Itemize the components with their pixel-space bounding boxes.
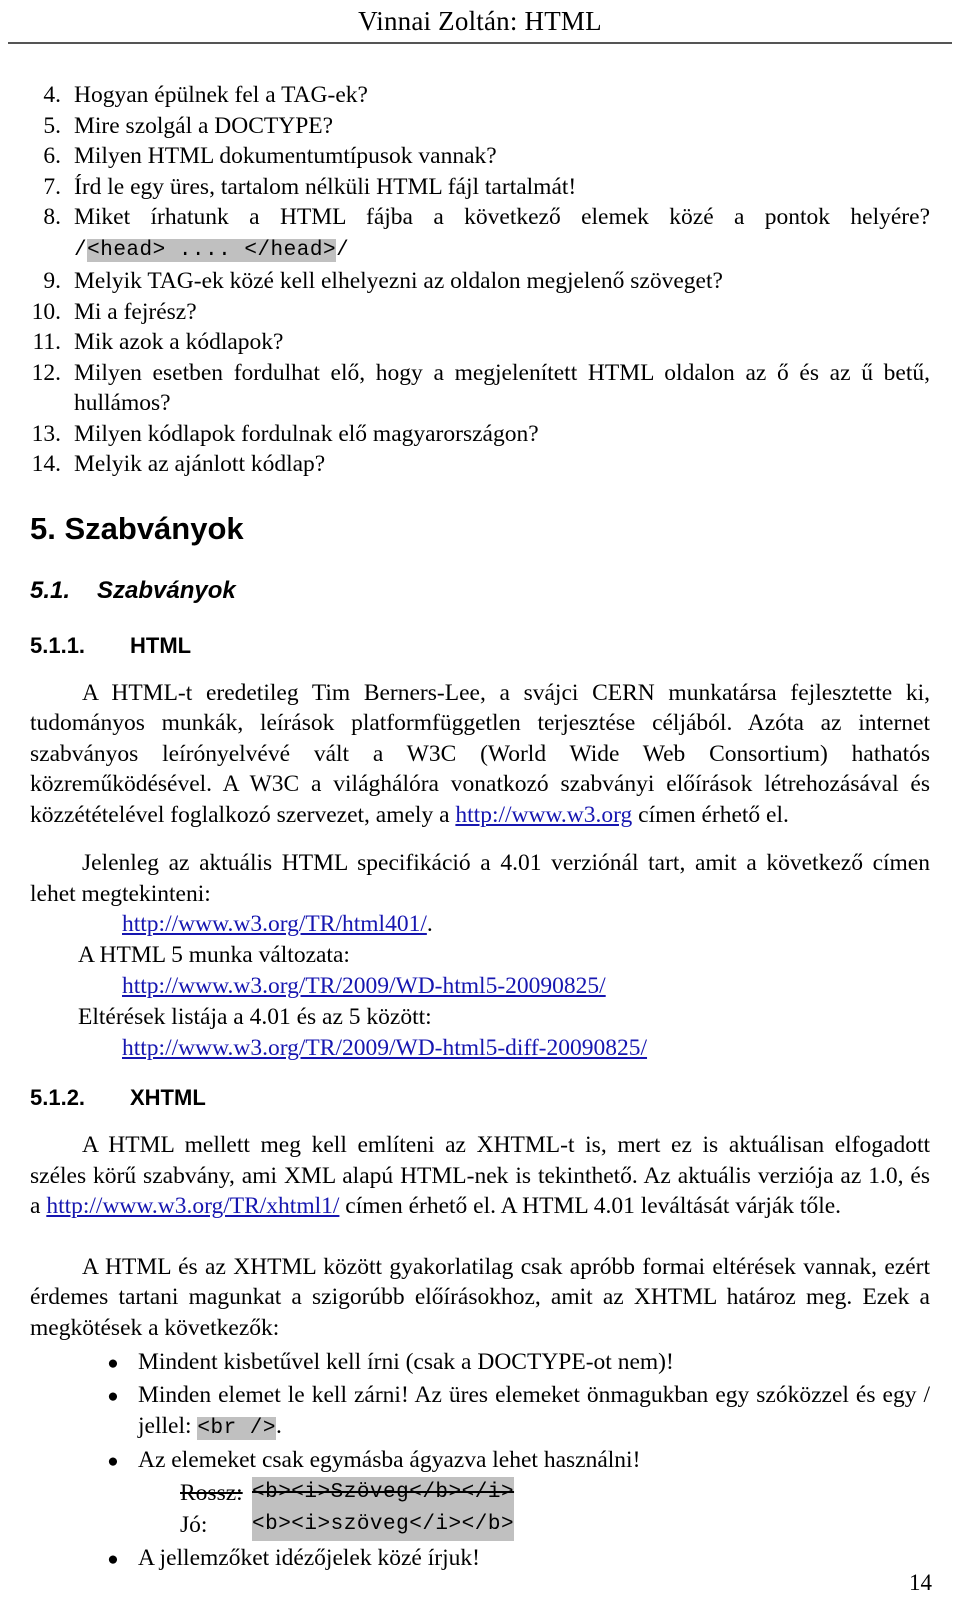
list-item-text: Hogyan épülnek fel a TAG-ek? bbox=[74, 82, 368, 108]
code-example-good-snippet: <b><i>szöveg</i></b> bbox=[252, 1509, 515, 1541]
inline-code-br: <br /> bbox=[197, 1417, 277, 1440]
rules-bullet-list: ● Mindent kisbetűvel kell írni (csak a D… bbox=[30, 1347, 930, 1477]
heading-chapter: 5. Szabványok bbox=[30, 510, 244, 546]
list-item: 4. Hogyan épülnek fel a TAG-ek? bbox=[30, 80, 930, 111]
list-item-number: 4. bbox=[43, 82, 61, 108]
rules-bullet-list-cont: ● A jellemzőket idézőjelek közé írjuk! bbox=[30, 1543, 930, 1576]
list-item-text: Mi a fejrész? bbox=[74, 298, 197, 325]
label-html5-diff: Eltérések listája a 4.01 és az 5 között: bbox=[78, 1004, 432, 1030]
list-item-text: A jellemzőket idézőjelek közé írjuk! bbox=[138, 1545, 480, 1571]
bullet-icon: ● bbox=[107, 1385, 119, 1407]
list-item-label: Miket írhatunk a HTML fájba a következő … bbox=[74, 204, 930, 230]
list-item-number: 10. bbox=[31, 298, 61, 325]
list-item-text: Mindent kisbetűvel kell írni (csak a DOC… bbox=[138, 1349, 674, 1375]
heading-subsection-title: XHTML bbox=[130, 1085, 206, 1110]
code-example-bad-label: Rossz: bbox=[180, 1480, 243, 1506]
list-item: ● Minden elemet le kell zárni! Az üres e… bbox=[30, 1380, 930, 1445]
list-item: ● A jellemzőket idézőjelek közé írjuk! bbox=[30, 1543, 930, 1576]
label-html5-draft: A HTML 5 munka változata: bbox=[78, 942, 350, 968]
list-item: 8. Miket írhatunk a HTML fájba a követke… bbox=[30, 202, 930, 266]
link-html401[interactable]: http://www.w3.org/TR/html401/ bbox=[122, 911, 427, 937]
list-item-text: Az elemeket csak egymásba ágyazva lehet … bbox=[138, 1446, 641, 1473]
slash-close: / bbox=[336, 238, 350, 262]
link-html5-diff[interactable]: http://www.w3.org/TR/2009/WD-html5-diff-… bbox=[122, 1035, 647, 1061]
list-item-number: 5. bbox=[43, 112, 61, 139]
bullet-icon: ● bbox=[107, 1353, 119, 1374]
list-item: 9. Melyik TAG-ek közé kell elhelyezni az… bbox=[30, 266, 930, 297]
list-item-number: 9. bbox=[43, 268, 61, 294]
heading-subsection-xhtml: 5.1.2. XHTML bbox=[30, 1084, 930, 1112]
list-item: 7. Írd le egy üres, tartalom nélküli HTM… bbox=[30, 172, 930, 203]
code-example-bad: Rossz: <b><i>Szöveg</b></i> bbox=[30, 1477, 930, 1509]
list-item: 5. Mire szolgál a DOCTYPE? bbox=[30, 111, 930, 142]
list-item: 11. Mik azok a kódlapok? bbox=[30, 327, 930, 358]
list-item: 14. Melyik az ajánlott kódlap? bbox=[30, 449, 930, 480]
rule-text-after-code: . bbox=[276, 1413, 282, 1439]
bullet-icon: ● bbox=[107, 1549, 119, 1570]
code-snippet-head: /<head> .... </head>/ bbox=[74, 233, 930, 267]
url-line-html5-diff: http://www.w3.org/TR/2009/WD-html5-diff-… bbox=[30, 1033, 930, 1064]
heading-subsection-html: 5.1.1. HTML bbox=[30, 632, 930, 660]
heading-subsection-number: 5.1.1. bbox=[30, 632, 86, 658]
slash-open: / bbox=[74, 238, 88, 262]
list-item-text: Melyik TAG-ek közé kell elhelyezni az ol… bbox=[74, 268, 723, 294]
bullet-icon: ● bbox=[107, 1450, 119, 1472]
page-content: 4. Hogyan épülnek fel a TAG-ek? 5. Mire … bbox=[0, 80, 960, 1576]
list-item: 10. Mi a fejrész? bbox=[30, 297, 930, 328]
heading-section-title: Szabványok bbox=[97, 576, 236, 604]
paragraph-xhtml-rules-intro: A HTML és az XHTML között gyakorlatilag … bbox=[30, 1253, 930, 1341]
list-item-text: Mik azok a kódlapok? bbox=[74, 329, 284, 355]
document-page: Vinnai Zoltán: HTML 4. Hogyan épülnek fe… bbox=[0, 0, 960, 1613]
url-suffix-period: . bbox=[426, 911, 433, 937]
url-line-html5-draft: http://www.w3.org/TR/2009/WD-html5-20090… bbox=[30, 971, 930, 1002]
list-item-text: Milyen HTML dokumentumtípusok vannak? bbox=[74, 143, 497, 169]
heading-section: 5.1. Szabványok bbox=[30, 576, 930, 606]
list-item-number: 8. bbox=[43, 204, 61, 230]
paragraph-text-after-link: címen érhető el. A HTML 4.01 leváltását … bbox=[339, 1193, 842, 1219]
link-xhtml1[interactable]: http://www.w3.org/TR/xhtml1/ bbox=[46, 1193, 339, 1219]
list-item-number: 12. bbox=[31, 359, 61, 386]
list-item: ● Az elemeket csak egymásba ágyazva lehe… bbox=[30, 1445, 930, 1478]
paragraph-text-after-link: címen érhető el. bbox=[632, 801, 789, 828]
paragraph-html-history: A HTML-t eredetileg Tim Berners-Lee, a s… bbox=[30, 678, 930, 831]
list-item: ● Mindent kisbetűvel kell írni (csak a D… bbox=[30, 1347, 930, 1380]
list-item-number: 7. bbox=[43, 173, 61, 200]
link-w3c-home[interactable]: http://www.w3.org bbox=[455, 802, 632, 828]
paragraph-html-spec: Jelenleg az aktuális HTML specifikáció a… bbox=[30, 850, 930, 907]
code-example-bad-snippet: <b><i>Szöveg</b></i> bbox=[252, 1477, 515, 1509]
heading-section-number: 5.1. bbox=[30, 576, 71, 604]
heading-subsection-title: HTML bbox=[130, 632, 192, 658]
list-item-text: Minden elemet le kell zárni! Az üres ele… bbox=[138, 1380, 930, 1445]
list-item-text: Írd le egy üres, tartalom nélküli HTML f… bbox=[74, 173, 577, 200]
paragraph-xhtml-intro: A HTML mellett meg kell említeni az XHTM… bbox=[30, 1130, 930, 1222]
list-item-text: Melyik az ajánlott kódlap? bbox=[74, 451, 326, 477]
list-item-number: 6. bbox=[43, 143, 61, 169]
inline-code: <head> .... </head> bbox=[87, 238, 337, 262]
question-list: 4. Hogyan épülnek fel a TAG-ek? 5. Mire … bbox=[30, 80, 930, 480]
list-item-number: 11. bbox=[32, 329, 61, 355]
header-divider bbox=[8, 42, 952, 44]
code-example-good-label: Jó: bbox=[180, 1512, 208, 1538]
list-item-number: 14. bbox=[31, 451, 61, 477]
url-line-html401: http://www.w3.org/TR/html401/. bbox=[30, 909, 930, 940]
page-number: 14 bbox=[909, 1570, 932, 1595]
code-example-good: Jó: <b><i>szöveg</i></b> bbox=[30, 1509, 930, 1541]
link-html5-draft[interactable]: http://www.w3.org/TR/2009/WD-html5-20090… bbox=[122, 973, 606, 999]
list-item: 6. Milyen HTML dokumentumtípusok vannak? bbox=[30, 141, 930, 172]
list-item-text: Mire szolgál a DOCTYPE? bbox=[74, 112, 334, 139]
list-item-text: Milyen kódlapok fordulnak elő magyarorsz… bbox=[74, 420, 539, 447]
list-item-text: Miket írhatunk a HTML fájba a következő … bbox=[74, 202, 930, 266]
page-running-header: Vinnai Zoltán: HTML bbox=[358, 6, 602, 36]
list-item-text: Milyen esetben fordulhat elő, hogy a meg… bbox=[74, 359, 930, 417]
heading-subsection-number: 5.1.2. bbox=[30, 1085, 86, 1110]
list-item: 13. Milyen kódlapok fordulnak elő magyar… bbox=[30, 419, 930, 450]
list-item-number: 13. bbox=[31, 420, 61, 447]
list-item: 12. Milyen esetben fordulhat elő, hogy a… bbox=[30, 358, 930, 419]
